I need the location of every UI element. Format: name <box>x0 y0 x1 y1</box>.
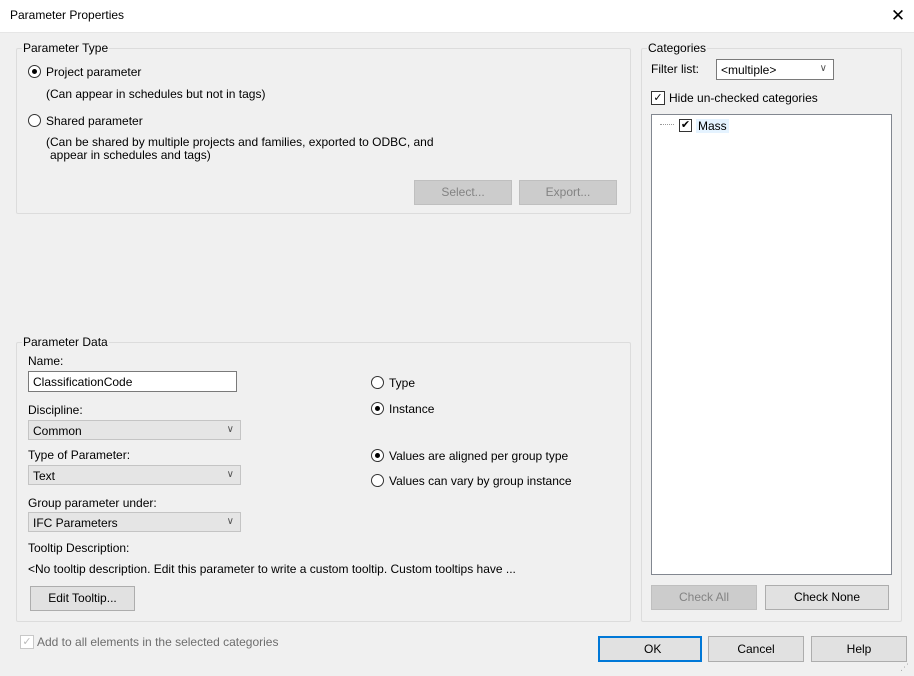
categories-label: Categories <box>647 41 708 55</box>
chevron-down-icon: ∨ <box>226 424 234 435</box>
category-mass-checkbox[interactable]: ✔ <box>679 119 692 132</box>
edit-tooltip-button[interactable]: Edit Tooltip... <box>30 586 135 611</box>
group-parameter-under-dropdown[interactable]: IFC Parameters ∨ <box>28 512 241 532</box>
type-of-parameter-dropdown[interactable]: Text ∨ <box>28 465 241 485</box>
shared-parameter-radio[interactable] <box>28 114 41 127</box>
shared-parameter-label[interactable]: Shared parameter <box>46 114 143 128</box>
filter-list-dropdown[interactable]: <multiple> ∨ <box>716 59 834 80</box>
export-button[interactable]: Export... <box>519 180 617 205</box>
tree-connector <box>660 124 674 125</box>
shared-parameter-description-1: (Can be shared by multiple projects and … <box>46 135 434 149</box>
tooltip-description-label: Tooltip Description: <box>28 541 130 555</box>
categories-tree[interactable]: ✔ Mass <box>651 114 892 575</box>
chevron-down-icon: ∨ <box>819 63 827 74</box>
add-to-all-checkbox[interactable]: ✓ <box>20 635 34 649</box>
chevron-down-icon: ∨ <box>226 469 234 480</box>
values-aligned-radio[interactable] <box>371 449 384 462</box>
select-button[interactable]: Select... <box>414 180 512 205</box>
instance-radio-label[interactable]: Instance <box>389 402 434 416</box>
shared-parameter-description-2: appear in schedules and tags) <box>50 148 211 162</box>
close-icon[interactable]: ✕ <box>886 4 910 28</box>
tooltip-description-text: <No tooltip description. Edit this param… <box>28 562 516 576</box>
title-bar: Parameter Properties ✕ <box>0 0 914 32</box>
discipline-value: Common <box>33 424 82 438</box>
project-parameter-radio[interactable] <box>28 65 41 78</box>
category-mass-label[interactable]: Mass <box>696 119 729 133</box>
project-parameter-label[interactable]: Project parameter <box>46 65 141 79</box>
help-button[interactable]: Help <box>811 636 907 662</box>
parameter-type-label: Parameter Type <box>22 41 110 55</box>
filter-list-value: <multiple> <box>721 63 777 77</box>
ok-button[interactable]: OK <box>598 636 702 662</box>
check-none-button[interactable]: Check None <box>765 585 889 610</box>
values-vary-radio[interactable] <box>371 474 384 487</box>
type-radio[interactable] <box>371 376 384 389</box>
type-of-parameter-label: Type of Parameter: <box>28 448 131 462</box>
type-of-parameter-value: Text <box>33 469 56 483</box>
values-vary-label[interactable]: Values can vary by group instance <box>389 474 572 488</box>
discipline-dropdown[interactable]: Common ∨ <box>28 420 241 440</box>
name-label: Name: <box>28 354 64 368</box>
group-parameter-under-value: IFC Parameters <box>33 516 118 530</box>
instance-radio[interactable] <box>371 402 384 415</box>
parameter-data-label: Parameter Data <box>22 335 109 349</box>
name-input[interactable] <box>28 371 237 392</box>
chevron-down-icon: ∨ <box>226 516 234 527</box>
values-aligned-label[interactable]: Values are aligned per group type <box>389 449 568 463</box>
project-parameter-description: (Can appear in schedules but not in tags… <box>46 87 266 101</box>
type-radio-label[interactable]: Type <box>389 376 415 390</box>
resize-grip-icon[interactable]: ⋰ <box>900 662 910 672</box>
add-to-all-label[interactable]: Add to all elements in the selected cate… <box>37 635 278 649</box>
discipline-label: Discipline: <box>28 403 83 417</box>
hide-unchecked-label[interactable]: Hide un-checked categories <box>669 91 818 105</box>
hide-unchecked-checkbox[interactable]: ✓ <box>651 91 665 105</box>
group-parameter-under-label: Group parameter under: <box>28 496 157 510</box>
filter-list-label: Filter list: <box>651 62 699 76</box>
window-title: Parameter Properties <box>10 8 125 22</box>
cancel-button[interactable]: Cancel <box>708 636 804 662</box>
check-all-button[interactable]: Check All <box>651 585 757 610</box>
